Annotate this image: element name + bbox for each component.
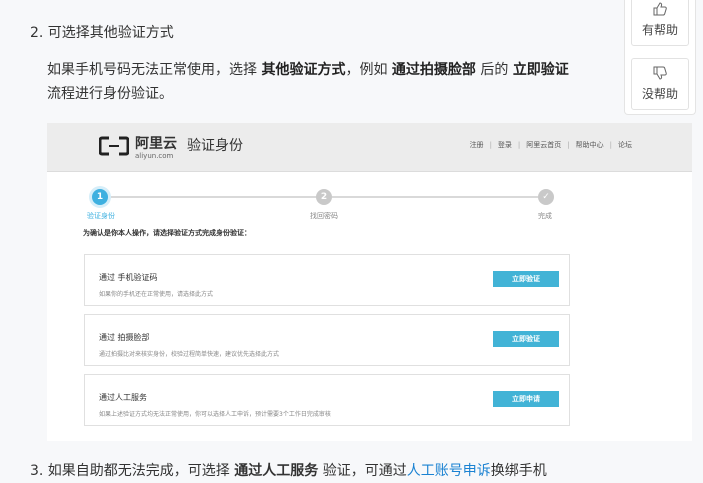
text-segment: 如果手机号码无法正常使用，选择 [47,62,262,78]
option-description: 如果你的手机还在正常使用，请选择此方式 [99,291,214,298]
apply-now-button[interactable]: 立即申请 [493,391,559,407]
logo-text-cn: 阿里云 [135,136,177,152]
step-3-label: 完成 [538,212,552,220]
progress-steps: 1 2 ✓ 验证身份 找回密码 完成 [87,189,562,229]
logo-text-en: aliyun.com [135,152,174,160]
helpful-label: 有帮助 [641,23,678,37]
step-1-dot: 1 [92,189,108,205]
bold-face-photo: 通过拍摄脸部 [391,62,476,78]
instruction-text: 为确认是你本人操作，请选择验证方式完成身份验证： [83,229,251,237]
option-card-sms: 通过 手机验证码 如果你的手机还在正常使用，请选择此方式 立即验证 [84,254,570,306]
paragraph-line-2: 流程进行身份验证。 [47,86,173,102]
step-2-paragraph: 如果手机号码无法正常使用，选择 其他验证方式，例如 通过拍摄脸部 后的 立即验证… [47,58,647,106]
bold-manual-service: 通过人工服务 [234,463,319,479]
nav-separator: | [489,141,492,149]
verify-now-button[interactable]: 立即验证 [493,331,559,347]
step-3-dot: ✓ [538,189,554,205]
thumbs-down-icon [653,66,667,80]
embedded-header: 阿里云 aliyun.com 验证身份 注册 | 登录 | 阿里云首页 | 帮助中心 | 论坛 [47,123,692,172]
bold-other-verification: 其他验证方式 [261,62,346,78]
option-title: 通过 拍摄脸部 [99,333,150,342]
nav-register[interactable]: 注册 [470,141,484,149]
text-segment: 换绑手机 [490,463,547,479]
nav-separator: | [517,141,521,149]
step-2-title: 2. 可选择其他验证方式 [30,25,174,41]
option-card-face: 通过 拍摄脸部 通过拍摄比对来核实身份，校验过程简单快速，建议优先选择此方式 立… [84,314,570,366]
top-nav: 注册 | 登录 | 阿里云首页 | 帮助中心 | 论坛 [470,140,632,150]
text-segment: 验证，可通过 [318,463,407,479]
nav-help[interactable]: 帮助中心 [576,141,604,149]
option-title: 通过 手机验证码 [99,273,158,282]
thumbs-up-icon [653,2,667,16]
text-segment: 后的 [475,62,513,78]
verify-now-button[interactable]: 立即验证 [493,271,559,287]
nav-separator: | [609,141,612,149]
nav-separator: | [567,141,570,149]
nav-login[interactable]: 登录 [498,141,512,149]
option-card-manual: 通过人工服务 如果上述验证方式均无法正常使用，你可以选择人工申诉，预计需要3个工… [84,374,570,426]
text-segment: 3. 如果自助都无法完成，可选择 [30,463,235,479]
aliyun-logo-icon [99,136,129,156]
nav-forum[interactable]: 论坛 [618,141,632,149]
option-description: 如果上述验证方式均无法正常使用，你可以选择人工申诉，预计需要3个工作日完成审核 [99,411,331,418]
unhelpful-button[interactable]: 没帮助 [631,58,689,110]
feedback-panel: 有帮助 没帮助 [624,0,696,115]
aliyun-logo: 阿里云 aliyun.com [99,132,189,162]
nav-home[interactable]: 阿里云首页 [526,141,561,149]
progress-line [332,196,538,198]
progress-line [108,196,322,198]
manual-appeal-link[interactable]: 人工账号申诉 [407,463,491,479]
verify-identity-title: 验证身份 [187,138,243,154]
paragraph-line-1: 如果手机号码无法正常使用，选择 其他验证方式，例如 通过拍摄脸部 后的 立即验证 [47,58,647,82]
step-2-dot: 2 [316,189,332,205]
unhelpful-label: 没帮助 [641,87,678,101]
helpful-button[interactable]: 有帮助 [631,0,689,46]
step-1-label: 验证身份 [87,212,115,220]
option-description: 通过拍摄比对来核实身份，校验过程简单快速，建议优先选择此方式 [99,351,280,358]
step-3-text: 3. 如果自助都无法完成，可选择 通过人工服务 验证，可通过人工账号申诉换绑手机 [30,460,547,480]
bold-verify-now: 立即验证 [512,62,569,78]
step-2-label: 找回密码 [310,212,338,220]
embedded-screenshot: 阿里云 aliyun.com 验证身份 注册 | 登录 | 阿里云首页 | 帮助中心 | 论坛 … [47,123,692,441]
text-segment: ，例如 [345,62,392,78]
option-title: 通过人工服务 [99,393,147,402]
